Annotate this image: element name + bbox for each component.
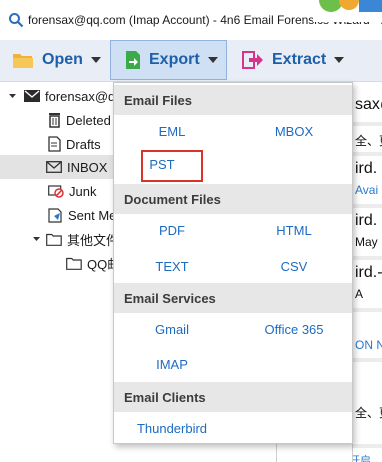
tree-item-label: Sent Me <box>68 207 117 223</box>
envelope-icon <box>24 90 40 102</box>
list-separator <box>353 122 382 126</box>
extract-icon <box>242 51 263 69</box>
list-item[interactable]: 全、更 <box>355 132 382 149</box>
export-option-mbox[interactable]: MBOX <box>244 124 344 139</box>
open-dropdown-icon <box>90 57 101 63</box>
export-option-pdf[interactable]: PDF <box>122 223 222 238</box>
tree-item-label: 其他文件 <box>67 232 120 248</box>
export-option-imap[interactable]: IMAP <box>122 357 222 372</box>
export-button[interactable]: Export <box>110 40 227 80</box>
folder-outline-icon <box>46 233 62 246</box>
sent-icon <box>48 207 62 223</box>
section-header-email-clients: Email Clients <box>114 382 352 412</box>
section-header-document-files: Document Files <box>114 184 352 214</box>
extract-label: Extract <box>272 51 327 68</box>
folder-tree: forensax@q Deleted Drafts INBOX Junk Sen… <box>0 82 120 462</box>
extract-dropdown-icon <box>334 57 345 63</box>
list-separator <box>353 358 382 362</box>
list-item[interactable]: ird. <box>355 160 377 178</box>
tree-item-label: INBOX <box>67 159 108 175</box>
list-item[interactable]: ird. <box>355 212 377 230</box>
tree-item-drafts[interactable]: Drafts <box>48 132 101 156</box>
collapse-arrow-icon[interactable] <box>32 234 42 244</box>
tree-item-deleted[interactable]: Deleted <box>48 108 111 132</box>
export-option-html[interactable]: HTML <box>244 223 344 238</box>
export-file-icon <box>126 51 140 69</box>
message-list-header: sax@q <box>355 96 382 113</box>
draft-page-icon <box>48 136 61 152</box>
list-item[interactable]: ird.- <box>355 264 382 282</box>
trash-icon <box>49 113 60 128</box>
list-item[interactable]: A <box>355 287 363 301</box>
section-header-email-files: Email Files <box>114 85 352 115</box>
tree-account-label: forensax@q <box>45 88 116 104</box>
list-separator <box>353 444 382 448</box>
tree-item-label: Deleted <box>66 112 111 128</box>
open-button[interactable]: Open <box>12 40 101 80</box>
export-option-csv[interactable]: CSV <box>244 259 344 274</box>
title-bar: forensax@qq.com (Imap Account) - 4n6 Ema… <box>0 0 382 40</box>
tree-account[interactable]: forensax@q <box>8 84 115 108</box>
inbox-envelope-icon <box>46 161 62 173</box>
junk-icon <box>48 185 64 198</box>
list-item[interactable]: May <box>355 235 378 249</box>
export-option-office365[interactable]: Office 365 <box>229 322 359 337</box>
list-separator <box>353 256 382 260</box>
open-label: Open <box>42 51 83 68</box>
export-option-gmail[interactable]: Gmail <box>122 322 222 337</box>
export-label: Export <box>149 51 200 68</box>
export-option-eml[interactable]: EML <box>122 124 222 139</box>
list-item[interactable]: ON N <box>355 338 382 352</box>
collapse-arrow-icon[interactable] <box>8 91 18 101</box>
export-dropdown-icon <box>207 57 218 63</box>
list-separator <box>353 204 382 208</box>
export-dropdown-menu: Email Files EML MBOX PST Document Files … <box>113 82 353 444</box>
export-option-pst[interactable]: PST <box>122 157 202 172</box>
list-separator <box>353 308 382 312</box>
tree-item-junk[interactable]: Junk <box>48 179 96 203</box>
tree-item-sent[interactable]: Sent Me <box>48 203 116 227</box>
magnifier-icon <box>9 13 24 28</box>
toolbar: Open Export Extract <box>0 40 382 82</box>
tree-item-other-folder[interactable]: 其他文件 <box>32 227 119 251</box>
message-list: sax@q 全、更 ird. Avai ird. May ird.- A ON … <box>352 82 382 462</box>
list-item[interactable]: Avai <box>355 183 378 197</box>
extract-button[interactable]: Extract <box>242 40 345 80</box>
export-option-text[interactable]: TEXT <box>122 259 222 274</box>
tree-item-label: Drafts <box>66 136 101 152</box>
app-logo-corner-icon <box>313 0 382 22</box>
tree-item-inbox[interactable]: INBOX <box>0 155 118 179</box>
list-item[interactable]: 全、更 <box>355 404 382 421</box>
section-header-email-services: Email Services <box>114 283 352 313</box>
folder-outline-icon <box>66 257 82 270</box>
export-option-thunderbird[interactable]: Thunderbird <box>122 421 222 436</box>
list-separator <box>353 152 382 156</box>
folder-icon <box>13 54 33 68</box>
tree-item-label: Junk <box>69 183 97 199</box>
list-item[interactable]: 注册开启 <box>353 452 371 462</box>
